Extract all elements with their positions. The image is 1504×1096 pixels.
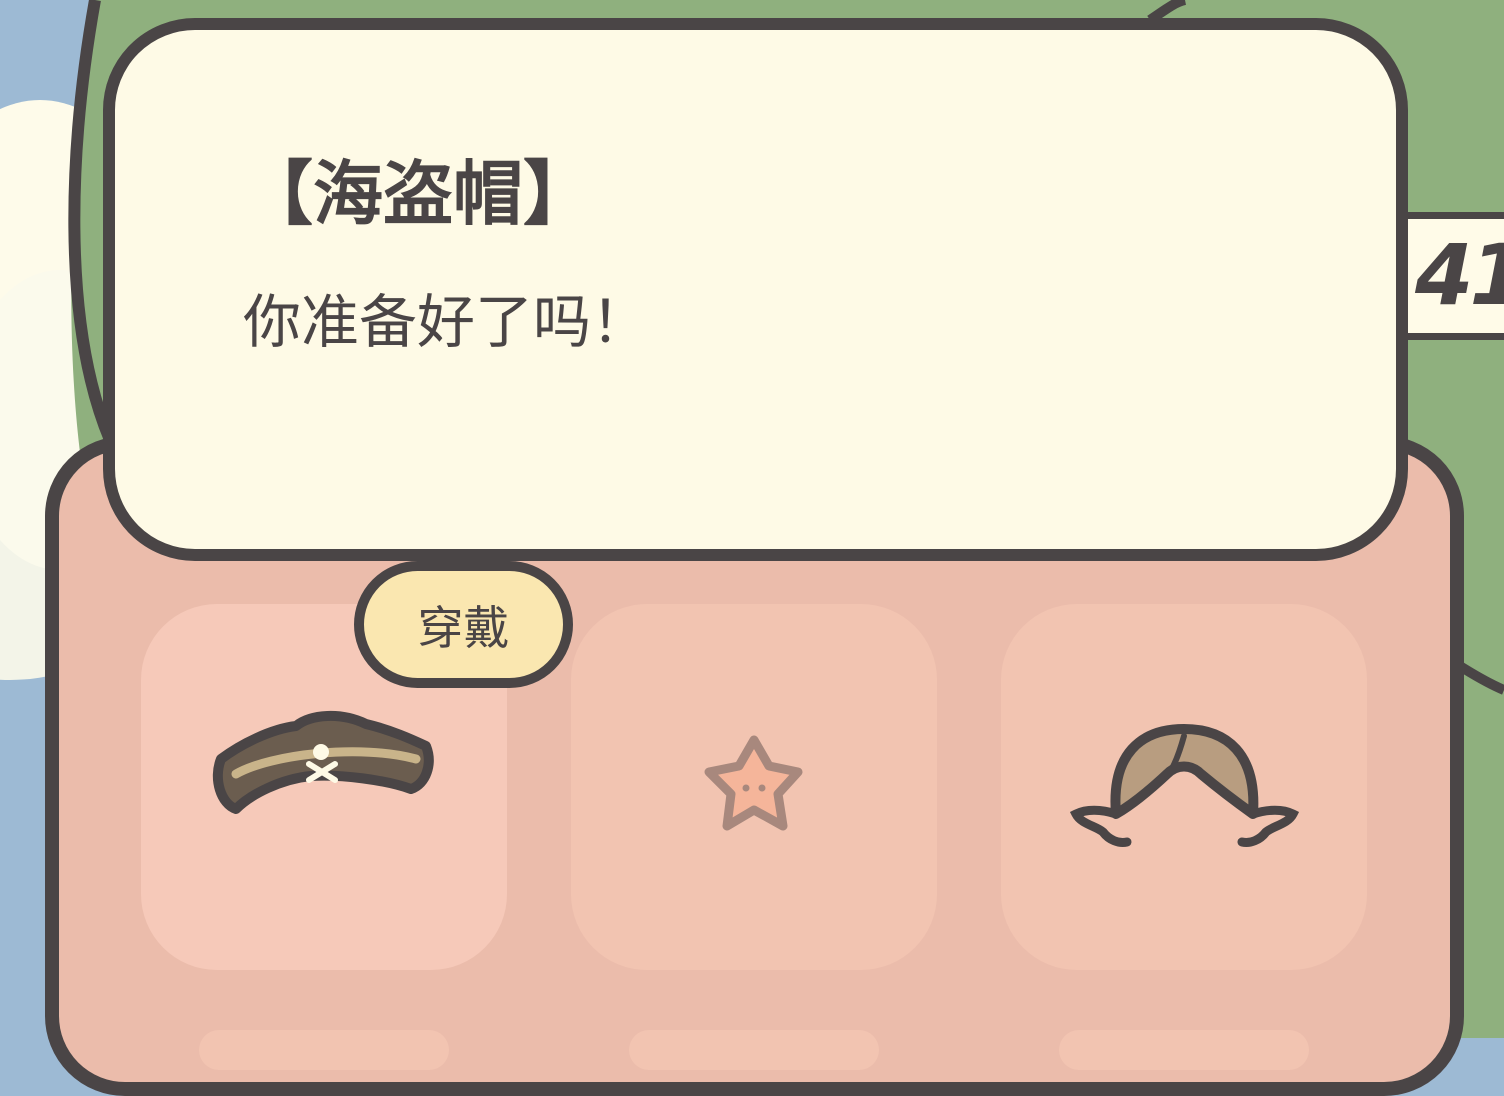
score-tag: 410 bbox=[1396, 212, 1504, 340]
item-description: 你准备好了吗！ bbox=[243, 288, 650, 356]
item-title: 【海盗帽】 bbox=[243, 153, 593, 235]
inventory-slot-next bbox=[199, 1030, 449, 1070]
inventory-slot-braided-hair[interactable] bbox=[1001, 604, 1367, 970]
inventory-slot-next bbox=[1059, 1030, 1309, 1070]
starfish-icon bbox=[704, 735, 803, 831]
wear-button[interactable]: 穿戴 bbox=[354, 561, 573, 688]
braided-hair-icon bbox=[1069, 724, 1300, 847]
item-info-dialog: 【海盗帽】 你准备好了吗！ bbox=[103, 18, 1408, 561]
score-value: 410 bbox=[1415, 226, 1504, 324]
inventory-slot-next bbox=[629, 1030, 879, 1070]
inventory-slot-starfish[interactable] bbox=[571, 604, 937, 970]
